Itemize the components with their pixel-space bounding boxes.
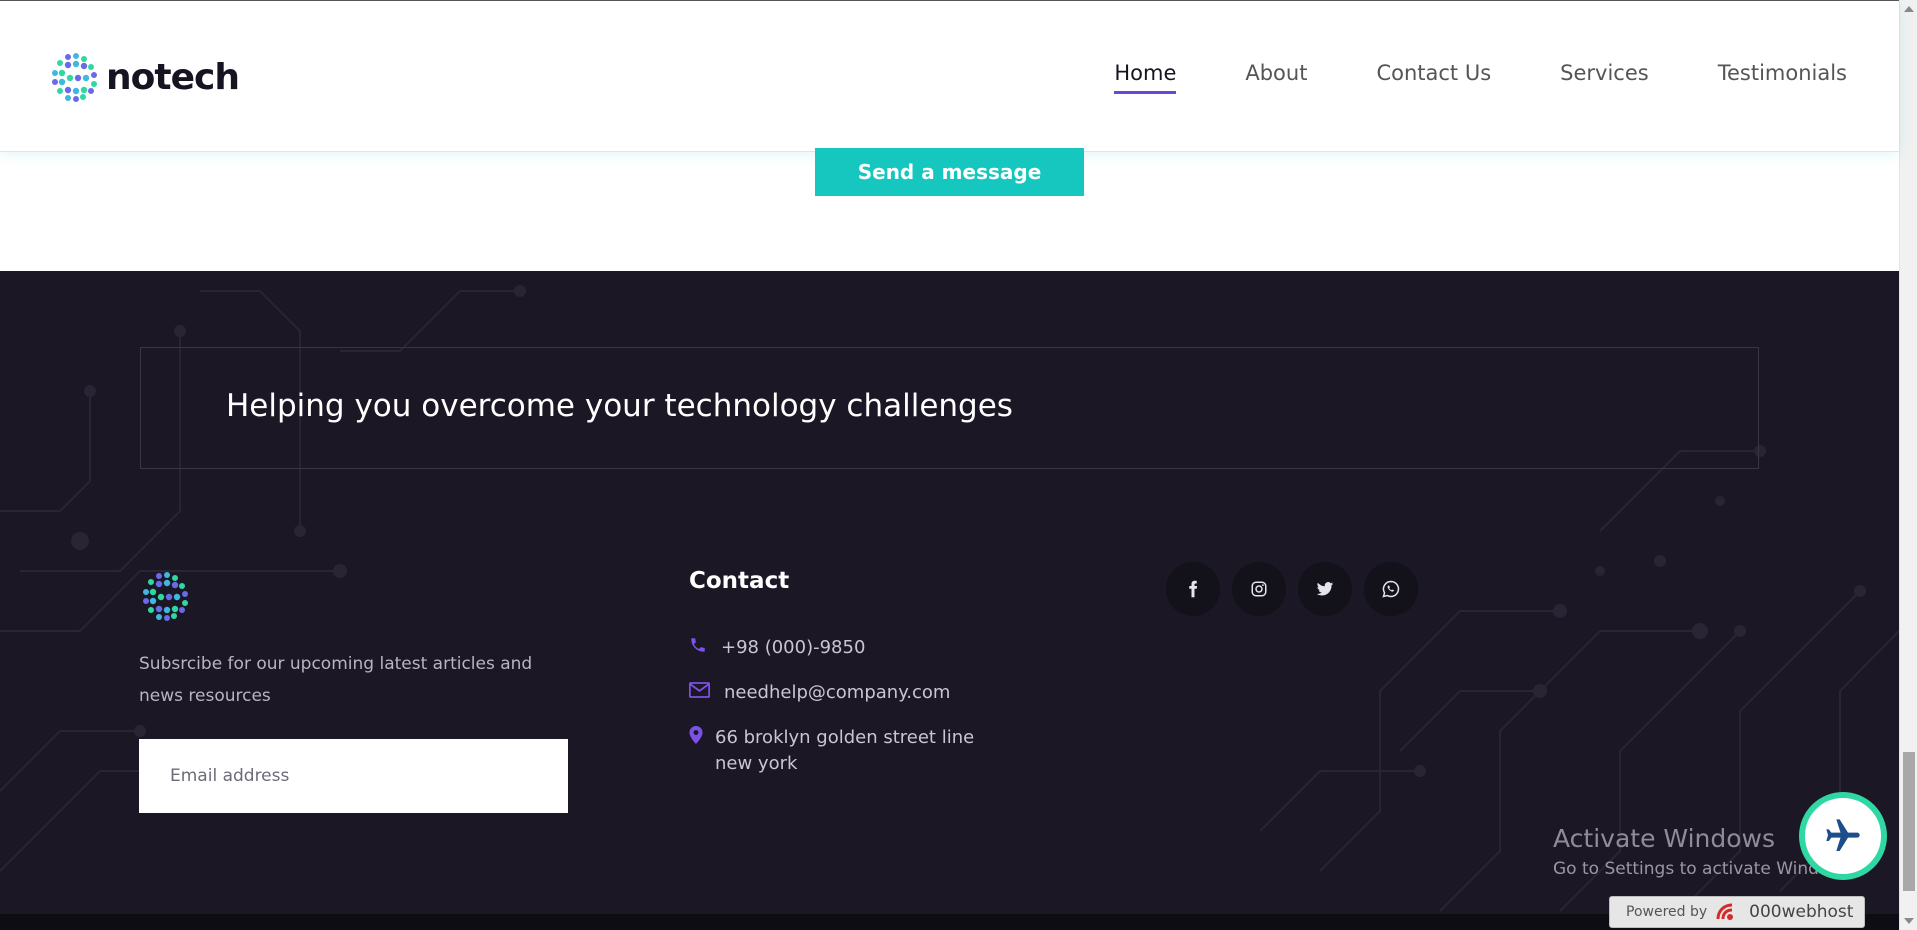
phone-icon — [691, 638, 705, 652]
webhost-logo-icon — [1716, 903, 1734, 920]
nav-testimonials[interactable]: Testimonials — [1718, 61, 1847, 94]
main-nav: Home About Contact Us Services Testimoni… — [1114, 61, 1847, 94]
contact-phone[interactable]: +98 (000)-9850 — [721, 635, 865, 661]
facebook-icon — [1189, 580, 1198, 598]
powered-by-badge[interactable]: Powered by 000webhost — [1609, 896, 1865, 928]
tagline-box: Helping you overcome your technology cha… — [140, 347, 1759, 469]
mail-icon — [689, 682, 710, 698]
location-pin-icon — [689, 726, 703, 744]
footer-logo-icon — [143, 572, 188, 621]
contact-phone-row: +98 (000)-9850 — [689, 635, 865, 661]
subscribe-description: Subsrcibe for our upcoming latest articl… — [139, 654, 533, 706]
site-header: notech Home About Contact Us Services Te… — [0, 0, 1899, 152]
contact-title: Contact — [689, 568, 790, 594]
nav-services[interactable]: Services — [1560, 61, 1649, 94]
contact-email[interactable]: needhelp@company.com — [724, 680, 950, 706]
logo-globe-icon — [52, 53, 97, 102]
page-scrollbar[interactable] — [1899, 0, 1917, 930]
instagram-icon — [1251, 581, 1267, 597]
site-footer: Helping you overcome your technology cha… — [0, 271, 1899, 914]
scrollbar-thumb[interactable] — [1903, 752, 1915, 891]
nav-about[interactable]: About — [1245, 61, 1307, 94]
contact-address-row: 66 broklyn golden street line new york — [689, 725, 975, 777]
instagram-link[interactable] — [1232, 562, 1286, 616]
powered-by-brand: 000webhost — [1749, 902, 1854, 922]
twitter-icon — [1316, 582, 1334, 596]
whatsapp-icon — [1382, 580, 1400, 598]
airplane-icon — [1826, 819, 1860, 851]
contact-address: 66 broklyn golden street line new york — [715, 727, 975, 774]
chat-launcher-button[interactable] — [1799, 792, 1887, 880]
tagline: Helping you overcome your technology cha… — [226, 388, 1013, 424]
email-address-input[interactable] — [139, 739, 568, 813]
scroll-up-arrow-icon[interactable] — [1904, 6, 1914, 12]
whatsapp-link[interactable] — [1364, 562, 1418, 616]
facebook-link[interactable] — [1166, 562, 1220, 616]
scroll-down-arrow-icon[interactable] — [1904, 918, 1914, 924]
twitter-link[interactable] — [1298, 562, 1352, 616]
site-logo[interactable]: notech — [48, 51, 240, 103]
send-message-button[interactable]: Send a message — [815, 148, 1084, 196]
social-links — [1166, 562, 1418, 616]
contact-email-row: needhelp@company.com — [689, 680, 950, 706]
nav-home[interactable]: Home — [1114, 61, 1177, 94]
logo-text: notech — [106, 56, 240, 98]
powered-by-label: Powered by — [1626, 904, 1708, 920]
nav-contact-us[interactable]: Contact Us — [1376, 61, 1491, 94]
